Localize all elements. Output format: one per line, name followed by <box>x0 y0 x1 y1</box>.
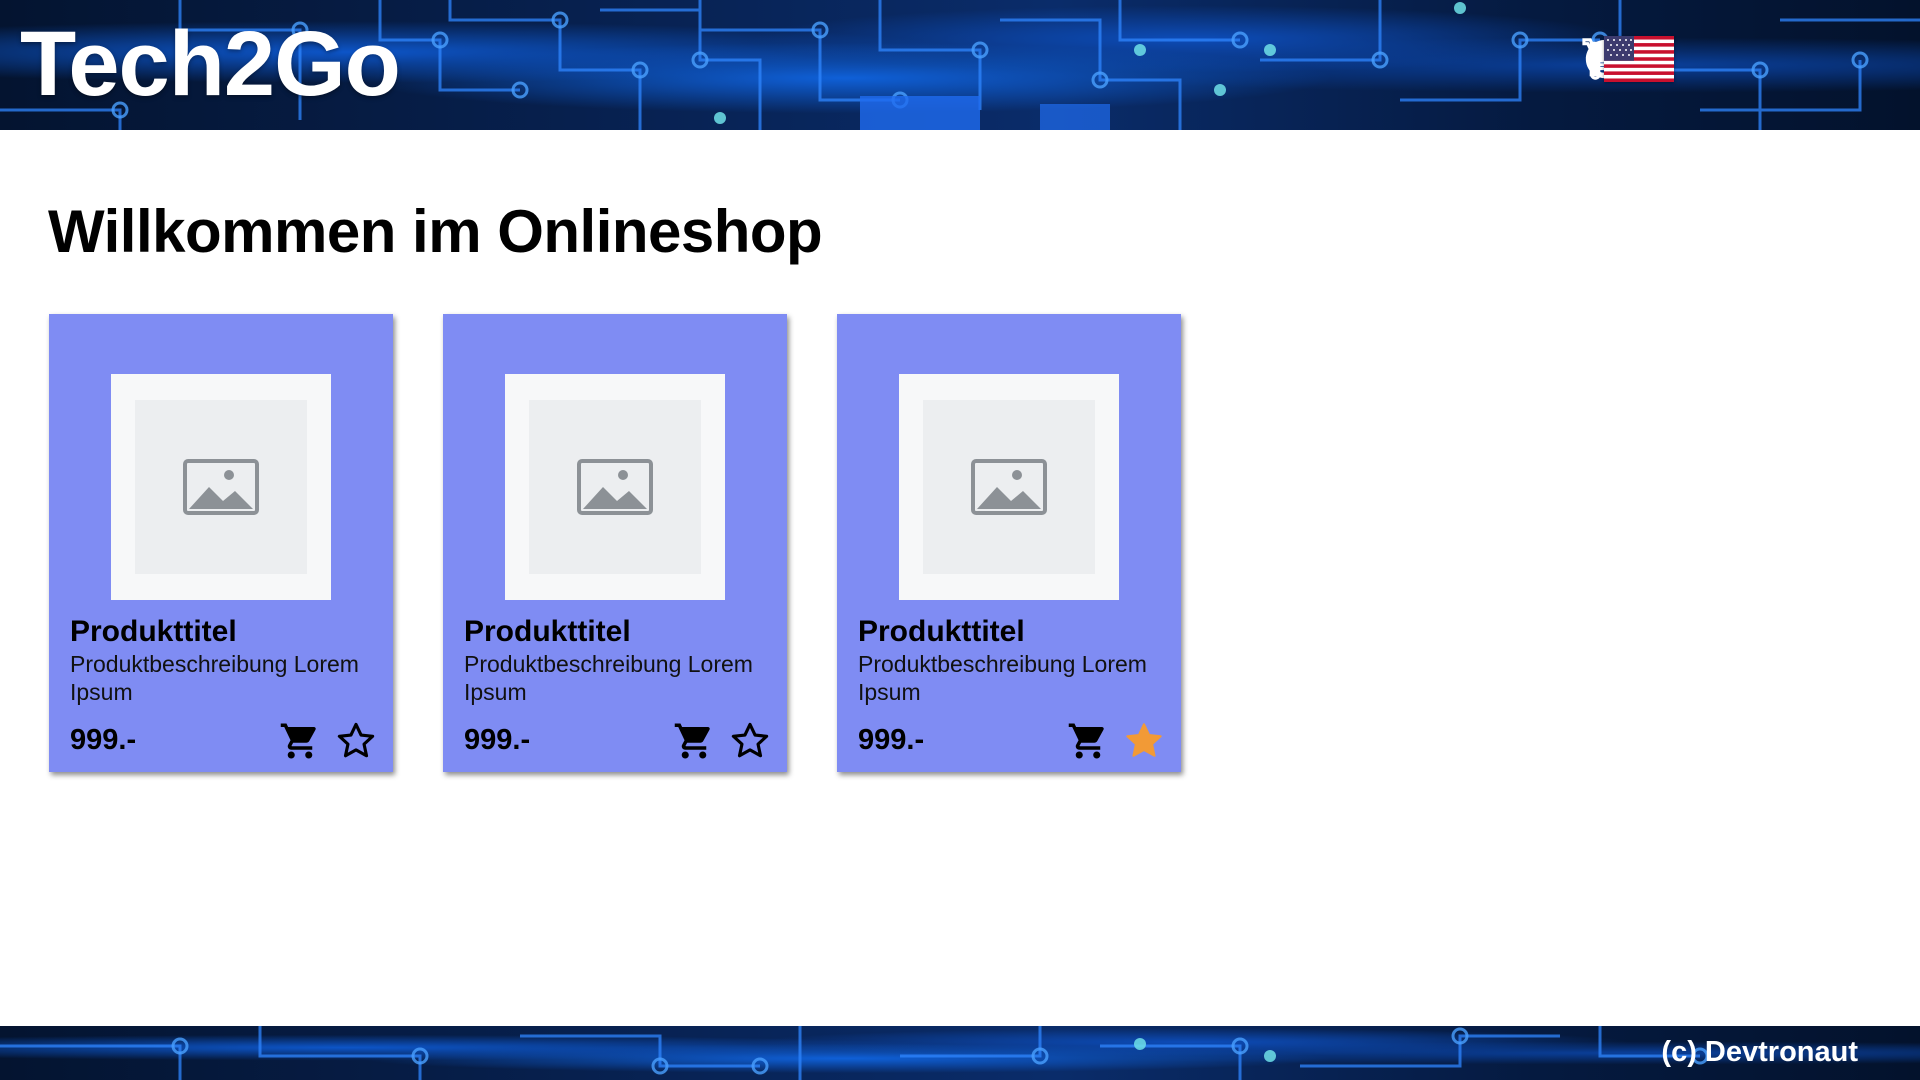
product-description: Produktbeschreibung Lorem Ipsum <box>70 651 359 705</box>
circuit-background <box>0 1026 1709 1080</box>
product-description: Produktbeschreibung Lorem Ipsum <box>464 651 753 705</box>
add-to-cart-icon[interactable] <box>279 720 321 762</box>
product-card[interactable]: Produkttitel Produktbeschreibung Lorem I… <box>49 314 393 772</box>
product-title[interactable]: Produkttitel <box>70 614 237 650</box>
favorite-star-icon[interactable] <box>335 720 377 762</box>
product-title[interactable]: Produkttitel <box>464 614 631 650</box>
header-nav <box>1582 36 1870 90</box>
favorite-star-filled-icon[interactable] <box>1123 720 1165 762</box>
product-price: 999.- <box>858 724 925 756</box>
product-image <box>899 374 1119 600</box>
copyright-text: (c) Devtronaut <box>1661 1036 1858 1068</box>
image-placeholder-icon <box>183 459 259 515</box>
product-title[interactable]: Produkttitel <box>858 614 1025 650</box>
product-price: 999.- <box>464 724 531 756</box>
product-card[interactable]: Produkttitel Produktbeschreibung Lorem I… <box>443 314 787 772</box>
cart-button[interactable] <box>1582 36 1726 90</box>
product-grid: Produkttitel Produktbeschreibung Lorem I… <box>49 314 1231 772</box>
account-button[interactable] <box>1585 36 1798 90</box>
us-flag-icon[interactable] <box>1604 36 1674 82</box>
site-footer: (c) Devtronaut <box>0 1026 1920 1080</box>
product-description: Produktbeschreibung Lorem Ipsum <box>858 651 1147 705</box>
product-image <box>111 374 331 600</box>
add-to-cart-icon[interactable] <box>673 720 715 762</box>
product-price: 999.- <box>70 724 137 756</box>
logout-button[interactable] <box>1589 36 1870 90</box>
product-card[interactable]: Produkttitel Produktbeschreibung Lorem I… <box>837 314 1181 772</box>
page-title: Willkommen im Onlineshop <box>48 198 823 265</box>
product-image <box>505 374 725 600</box>
site-header: Tech2Go <box>0 0 1920 130</box>
image-placeholder-icon <box>971 459 1047 515</box>
image-placeholder-icon <box>577 459 653 515</box>
favorite-star-icon[interactable] <box>729 720 771 762</box>
site-logo[interactable]: Tech2Go <box>20 14 401 114</box>
add-to-cart-icon[interactable] <box>1067 720 1109 762</box>
